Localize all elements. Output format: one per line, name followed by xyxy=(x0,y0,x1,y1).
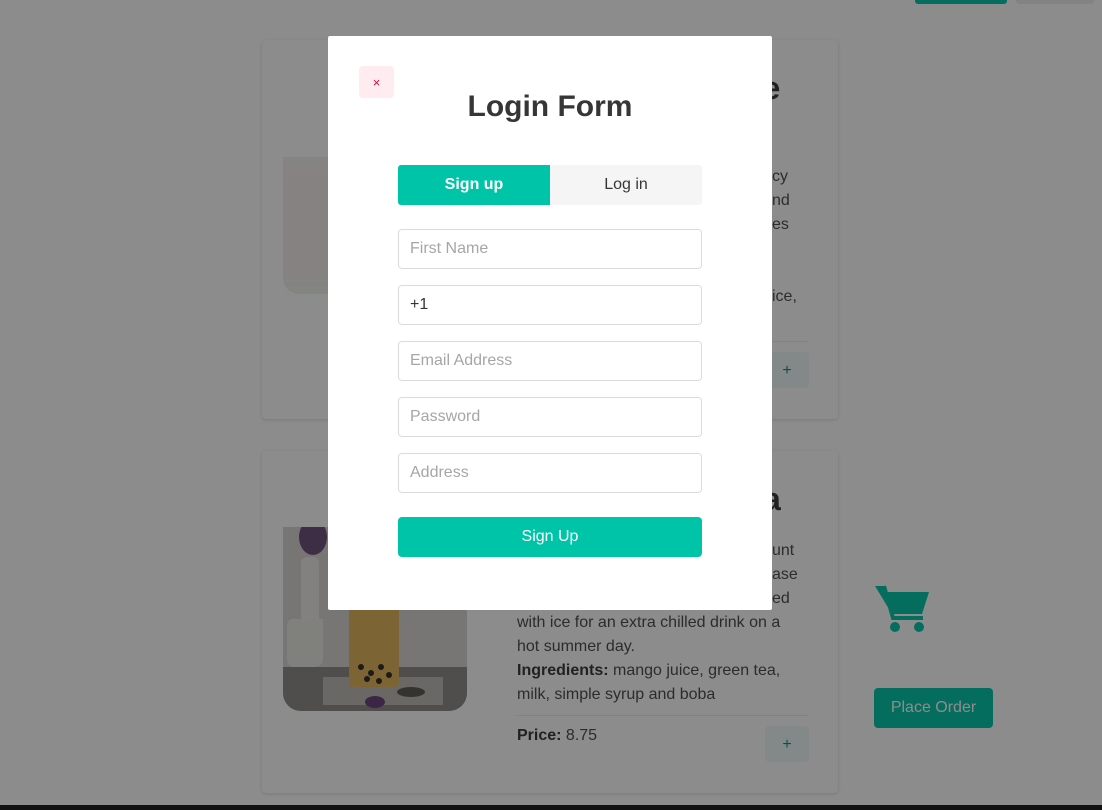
email-field[interactable] xyxy=(398,341,702,381)
phone-field[interactable] xyxy=(398,285,702,325)
address-field[interactable] xyxy=(398,453,702,493)
password-field[interactable] xyxy=(398,397,702,437)
login-modal: × Login Form Sign up Log in Sign Up xyxy=(328,36,772,610)
sign-up-button[interactable]: Sign Up xyxy=(398,517,702,557)
auth-tabs: Sign up Log in xyxy=(398,165,702,205)
bottom-edge xyxy=(0,805,1102,810)
tab-log-in[interactable]: Log in xyxy=(550,165,702,205)
tab-sign-up[interactable]: Sign up xyxy=(398,165,550,205)
first-name-field[interactable] xyxy=(398,229,702,269)
modal-title: Login Form xyxy=(467,90,633,123)
